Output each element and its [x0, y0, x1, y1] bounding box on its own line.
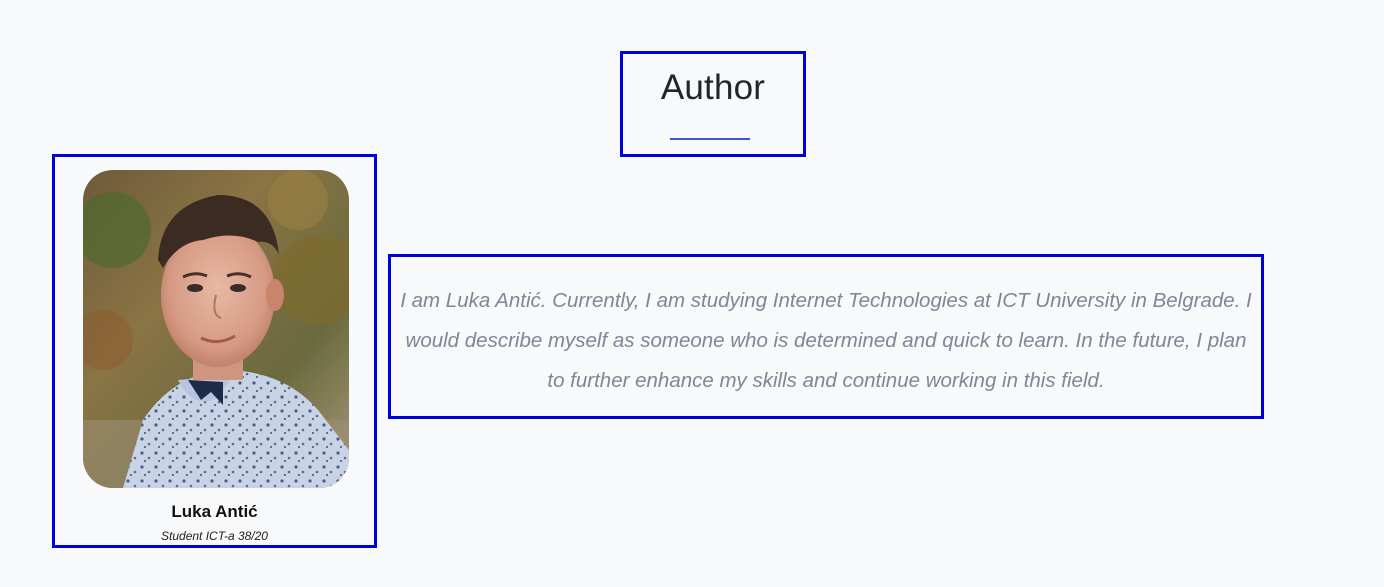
author-name: Luka Antić: [171, 502, 258, 521]
section-title: Author: [660, 68, 766, 107]
author-bio-box: I am Luka Antić. Currently, I am studyin…: [388, 254, 1264, 419]
author-role: Student ICT-a 38/20: [161, 529, 268, 543]
portrait-image: [83, 170, 349, 488]
author-bio: I am Luka Antić. Currently, I am studyin…: [400, 288, 1252, 392]
author-profile-card: Luka Antić Student ICT-a 38/20: [52, 154, 377, 548]
title-underline: [670, 138, 750, 140]
author-photo: [83, 170, 349, 488]
author-heading-box: Author: [620, 51, 806, 157]
